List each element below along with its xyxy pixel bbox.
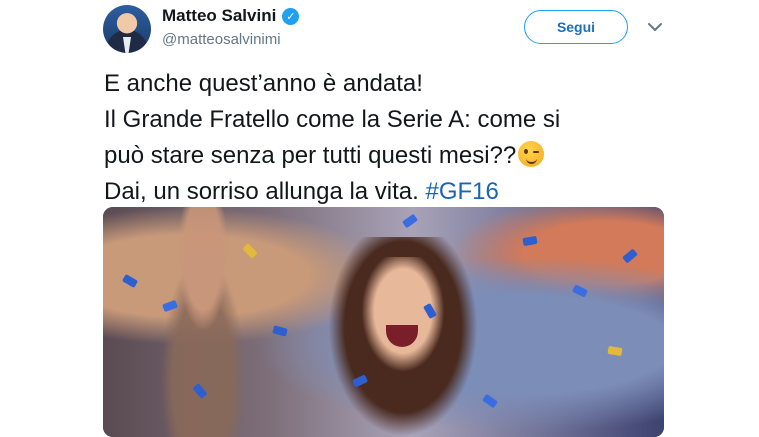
photo-woman-face (358, 257, 448, 377)
photo-man (143, 207, 263, 437)
verified-badge-icon: ✓ (282, 7, 300, 25)
tweet-line-3: può stare senza per tutti questi mesi?? (104, 138, 704, 174)
winking-face-icon (518, 141, 545, 167)
author-name[interactable]: Matteo Salvini (162, 6, 276, 26)
avatar[interactable] (103, 5, 151, 53)
author-name-row[interactable]: Matteo Salvini ✓ (162, 6, 300, 26)
tweet-line-1: E anche quest’anno è andata! (104, 70, 423, 97)
follow-button[interactable]: Segui (524, 10, 628, 44)
author-handle[interactable]: @matteosalvinimi (162, 31, 281, 48)
avatar-shirt (123, 37, 131, 53)
tweet-line-2: Il Grande Fratello come la Serie A: come… (104, 106, 561, 133)
tweet-line-3-text: può stare senza per tutti questi mesi?? (104, 142, 517, 169)
tweet-photo[interactable] (103, 207, 664, 437)
tweet-line-4-text: Dai, un sorriso allunga la vita. (104, 178, 426, 205)
tweet-text: E anche quest’anno è andata! Il Grande F… (104, 66, 704, 210)
tweet-header: Matteo Salvini ✓ @matteosalvinimi Segui (0, 0, 759, 60)
tweet-line-4: Dai, un sorriso allunga la vita. #GF16 (104, 174, 704, 210)
hashtag-link[interactable]: #GF16 (426, 178, 499, 205)
chevron-down-icon[interactable] (646, 18, 664, 36)
